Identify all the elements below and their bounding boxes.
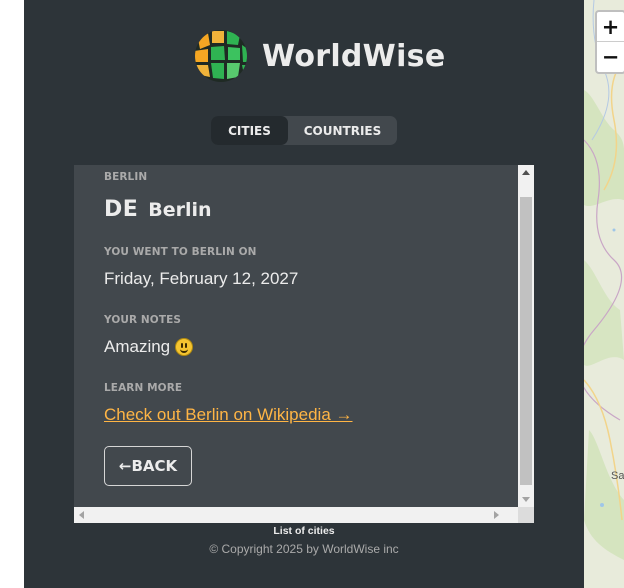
sidebar: WorldWise CITIES COUNTRIES Berlin DE Ber… — [24, 0, 584, 588]
city-name: Berlin — [148, 199, 212, 221]
map-terrain — [584, 0, 624, 588]
notes: Amazing — [104, 337, 194, 357]
wikipedia-link[interactable]: Check out Berlin on Wikipedia → — [104, 405, 353, 425]
map-zoom-control: + − — [595, 10, 624, 74]
tab-cities[interactable]: CITIES — [211, 116, 288, 145]
grinning-face-emoji-icon — [175, 338, 194, 356]
city-details-panel: Berlin DE Berlin You went to Berlin on F… — [74, 165, 534, 523]
tab-bar: CITIES COUNTRIES — [211, 116, 397, 145]
scroll-left-arrow-icon[interactable] — [79, 511, 84, 519]
visit-date-label: You went to Berlin on — [104, 246, 257, 258]
copyright: © Copyright 2025 by WorldWise inc — [209, 542, 399, 556]
visit-date: Friday, February 12, 2027 — [104, 269, 299, 288]
back-button[interactable]: ←BACK — [104, 446, 192, 486]
country-flag: DE — [104, 197, 139, 222]
scroll-down-arrow-icon[interactable] — [522, 497, 530, 502]
map[interactable] — [584, 0, 624, 588]
zoom-in-button[interactable]: + — [597, 12, 624, 42]
learn-more-label: Learn more — [104, 382, 183, 394]
city-heading: DE Berlin — [104, 197, 212, 222]
horizontal-scrollbar[interactable] — [74, 507, 518, 523]
zoom-out-button[interactable]: − — [597, 42, 624, 72]
app-logo[interactable]: WorldWise — [194, 28, 445, 84]
notes-text: Amazing — [104, 337, 171, 356]
scrollbar-corner — [518, 507, 534, 523]
tab-countries[interactable]: COUNTRIES — [288, 116, 397, 145]
scrollbar-thumb[interactable] — [520, 197, 532, 485]
globe-logo-icon — [195, 30, 247, 82]
app-name: WorldWise — [262, 38, 446, 74]
scroll-right-arrow-icon[interactable] — [494, 511, 499, 519]
city-section-label: Berlin — [104, 171, 148, 183]
vertical-scrollbar[interactable] — [518, 165, 534, 507]
scroll-up-arrow-icon[interactable] — [522, 170, 530, 175]
map-place-label: Sa — [611, 470, 624, 482]
notes-label: Your notes — [104, 314, 182, 326]
list-title: List of cities — [273, 525, 335, 537]
